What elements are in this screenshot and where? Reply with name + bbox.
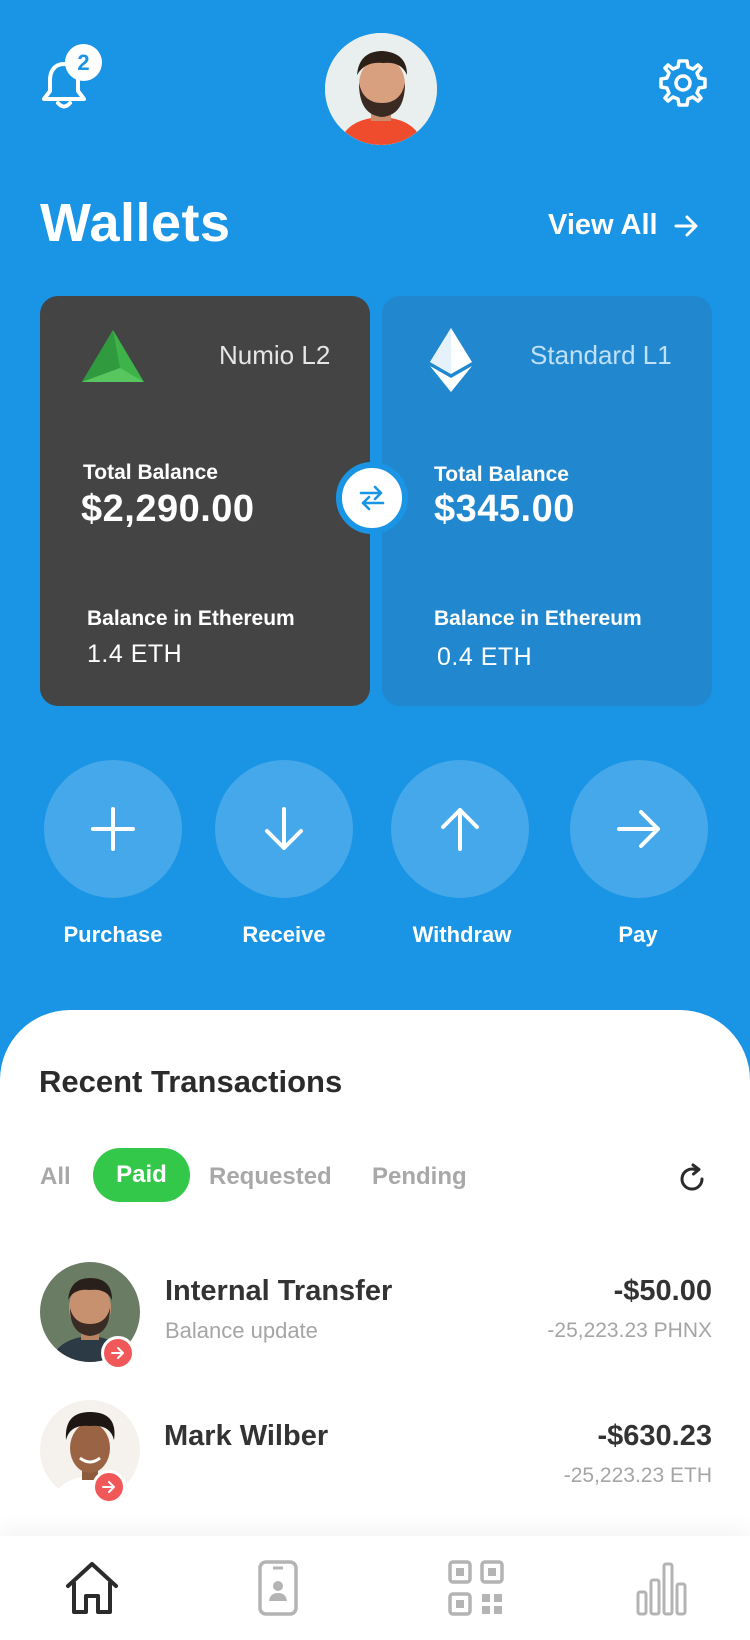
pay-label: Pay — [618, 922, 658, 947]
arrow-up-icon — [441, 808, 479, 851]
user-avatar[interactable] — [325, 33, 437, 145]
total-balance-value: $345.00 — [434, 488, 575, 530]
eth-balance-label: Balance in Ethereum — [434, 607, 642, 630]
transaction-crypto-amount: -25,223.23 ETH — [563, 1464, 712, 1487]
filter-paid[interactable]: Paid — [93, 1148, 190, 1202]
plus-icon — [91, 807, 135, 851]
arrow-right-icon — [674, 215, 698, 236]
withdraw-label: Withdraw — [412, 922, 512, 947]
swap-wallets-button[interactable] — [336, 462, 408, 534]
filter-requested[interactable]: Requested — [209, 1163, 332, 1191]
tab-home[interactable] — [62, 1558, 122, 1618]
total-balance-value: $2,290.00 — [81, 488, 255, 530]
wallet-network-label: Standard L1 — [530, 340, 672, 370]
view-all-label: View All — [548, 209, 658, 241]
total-balance-label: Total Balance — [83, 461, 218, 484]
tab-contacts[interactable] — [248, 1558, 308, 1618]
contact-icon — [258, 1560, 298, 1616]
outgoing-badge — [92, 1470, 126, 1504]
transaction-name: Internal Transfer — [165, 1275, 393, 1307]
numio-logo-icon — [82, 330, 144, 382]
stats-icon — [636, 1562, 687, 1616]
arrow-right-icon — [617, 810, 660, 848]
eth-balance-label: Balance in Ethereum — [87, 607, 295, 630]
outgoing-badge — [101, 1336, 135, 1370]
gear-icon — [659, 59, 707, 107]
withdraw-button[interactable] — [391, 760, 529, 898]
notification-badge: 2 — [65, 44, 102, 81]
receive-button[interactable] — [215, 760, 353, 898]
transaction-row[interactable] — [40, 1398, 750, 1518]
pay-button[interactable] — [570, 760, 708, 898]
view-all-link[interactable]: View All — [548, 209, 700, 242]
total-balance-label: Total Balance — [434, 463, 569, 486]
refresh-button[interactable] — [676, 1163, 708, 1195]
tab-stats[interactable] — [632, 1558, 692, 1618]
wallet-network-label: Numio L2 — [219, 340, 331, 370]
arrow-down-icon — [265, 807, 303, 850]
purchase-label: Purchase — [63, 922, 163, 947]
settings-button[interactable] — [658, 58, 708, 108]
qr-code-icon — [448, 1560, 504, 1616]
arrow-right-icon — [102, 1481, 115, 1493]
wallets-title: Wallets — [40, 193, 231, 253]
transaction-name: Mark Wilber — [164, 1420, 329, 1452]
eth-balance-value: 1.4 ETH — [87, 640, 183, 668]
receive-label: Receive — [242, 922, 326, 947]
transaction-crypto-amount: -25,223.23 PHNX — [547, 1319, 712, 1342]
transaction-amount: -$630.23 — [597, 1420, 713, 1452]
arrow-right-icon — [111, 1347, 124, 1359]
home-icon — [66, 1562, 118, 1614]
recent-transactions-title: Recent Transactions — [39, 1064, 343, 1099]
purchase-button[interactable] — [44, 760, 182, 898]
filter-pending[interactable]: Pending — [372, 1163, 467, 1191]
tab-qr-code[interactable] — [446, 1558, 506, 1618]
refresh-icon — [680, 1163, 704, 1191]
swap-icon — [359, 485, 385, 511]
filter-all[interactable]: All — [40, 1163, 71, 1191]
transaction-amount: -$50.00 — [613, 1275, 712, 1307]
transaction-subtitle: Balance update — [165, 1318, 318, 1343]
eth-balance-value: 0.4 ETH — [437, 643, 533, 671]
ethereum-logo-icon — [430, 328, 472, 392]
